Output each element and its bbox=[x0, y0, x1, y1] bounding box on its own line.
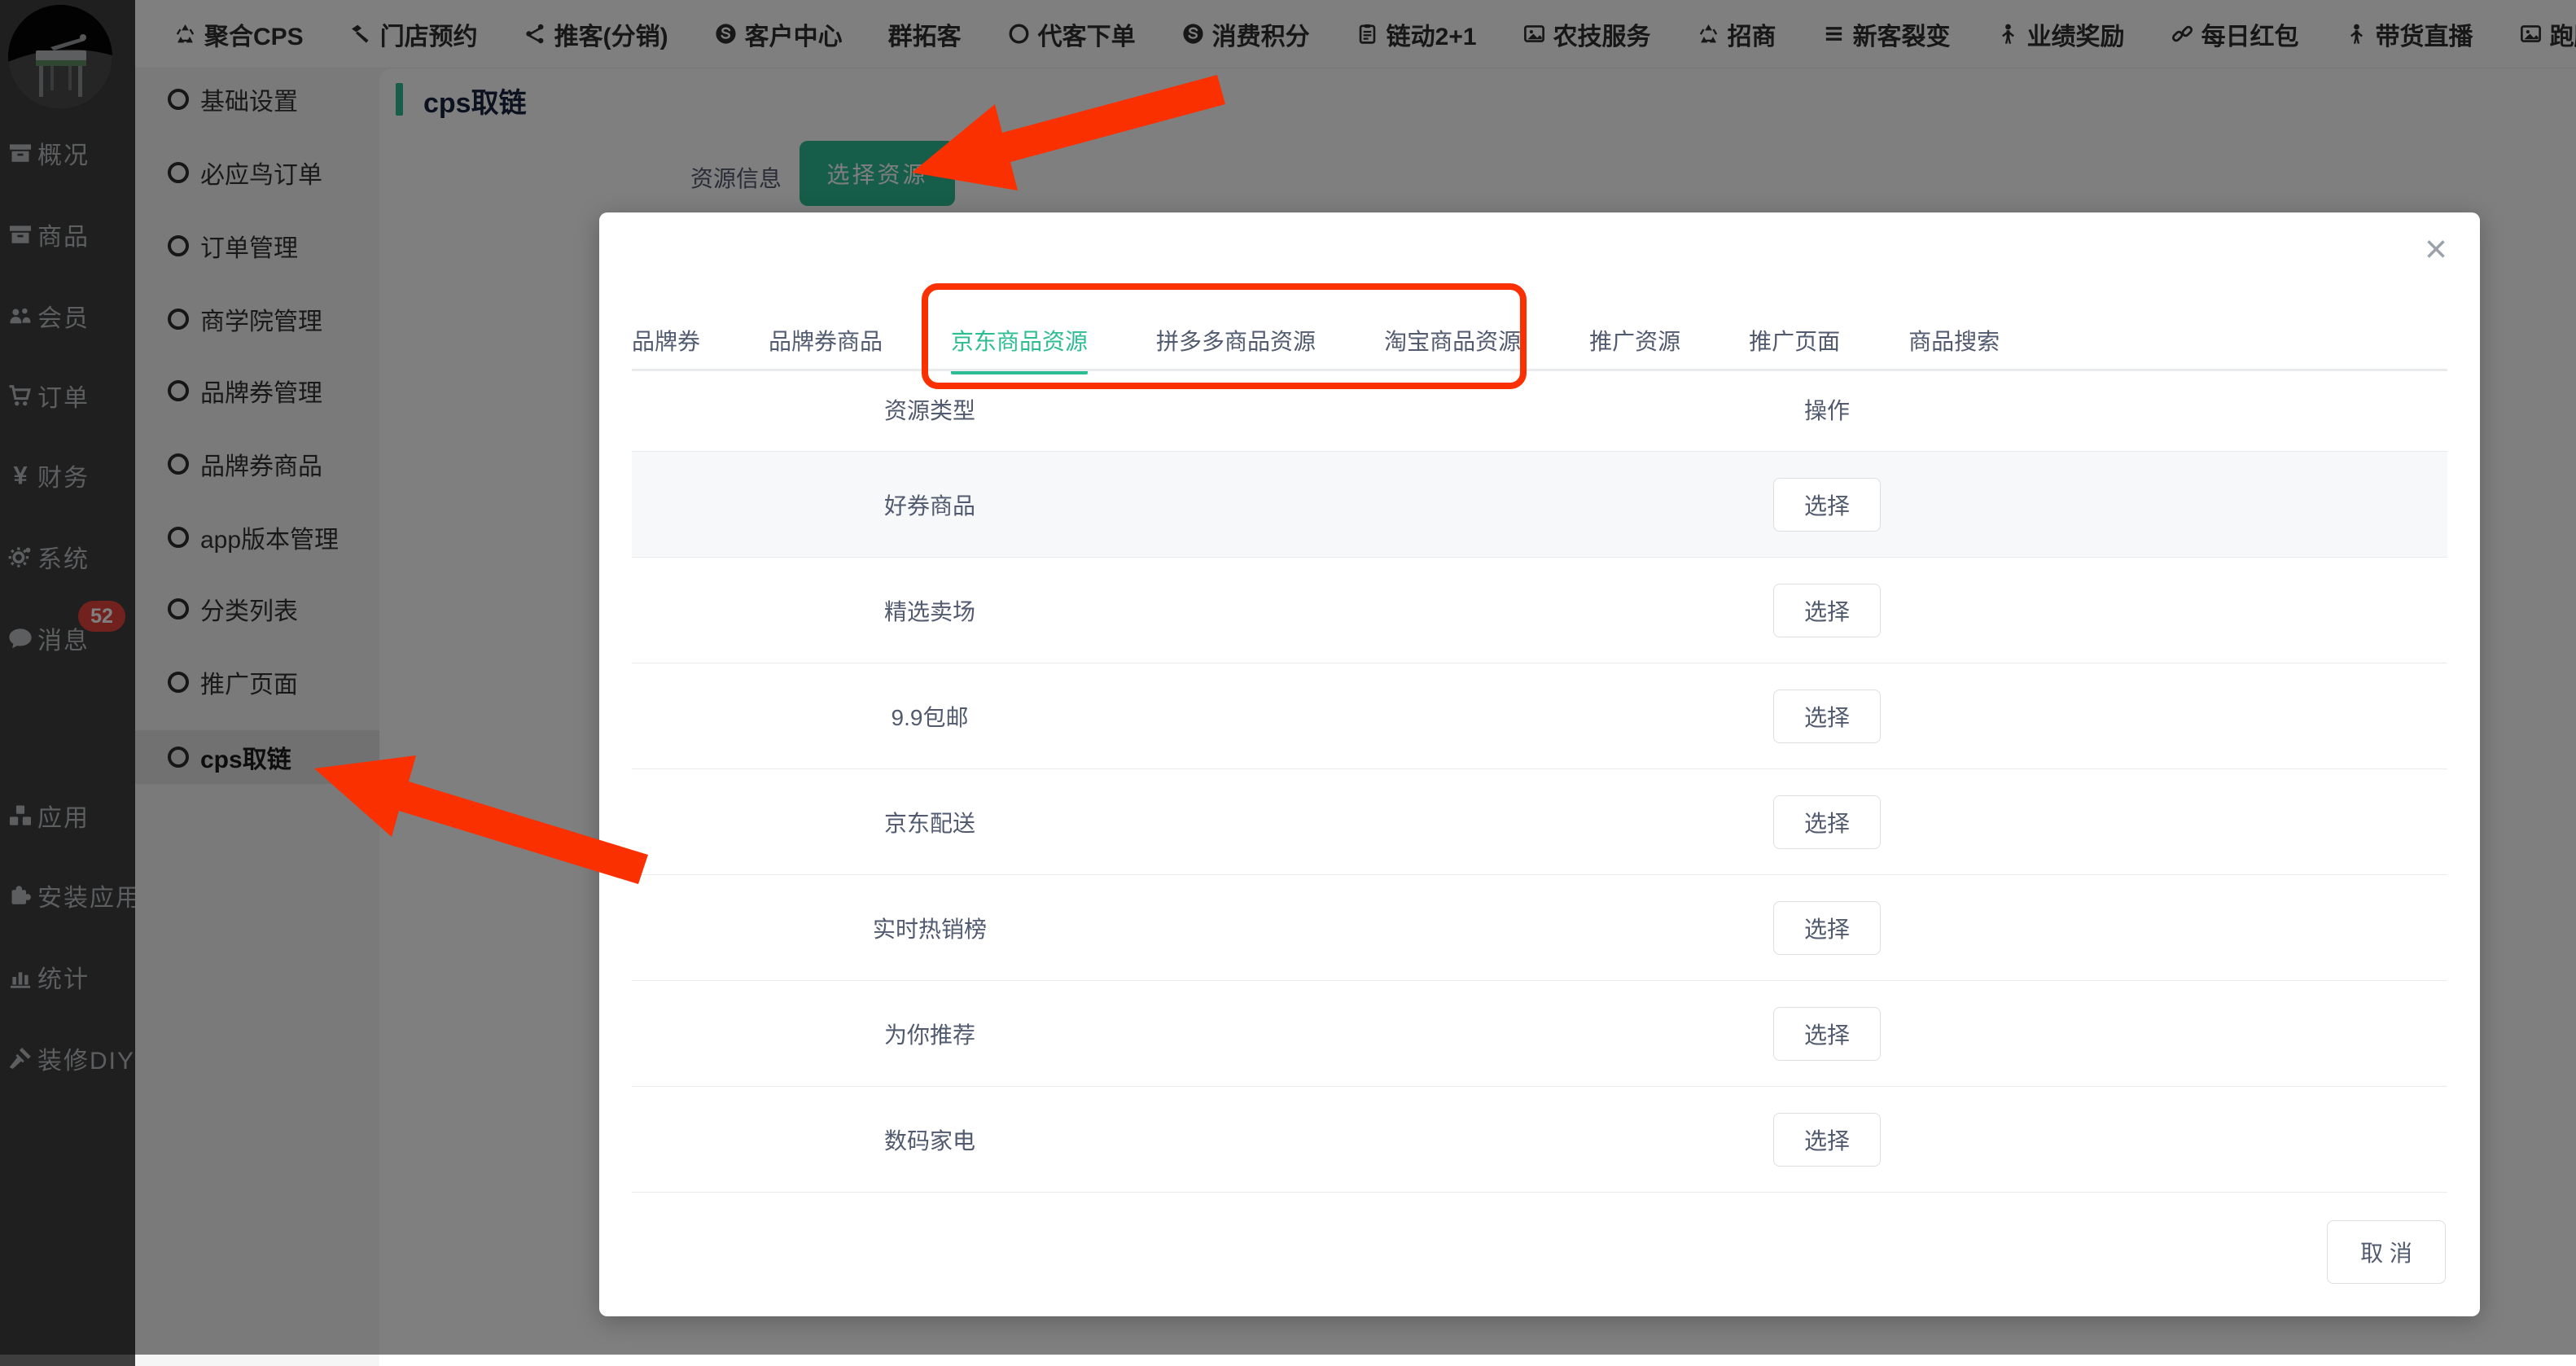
table-row: 好券商品 选择 bbox=[632, 451, 2447, 558]
select-button[interactable]: 选择 bbox=[1773, 477, 1881, 532]
cancel-button[interactable]: 取 消 bbox=[2327, 1220, 2446, 1284]
resource-type-cell: 实时热销榜 bbox=[872, 916, 988, 942]
table-row: 实时热销榜 选择 bbox=[632, 875, 2447, 981]
resource-table: 好券商品 选择 精选卖场 选择 9.9包邮 选择 京东配送 选择 实时热销榜 选… bbox=[632, 451, 2447, 1193]
column-header-action: 操作 bbox=[1803, 398, 1851, 423]
resource-type-cell: 京东配送 bbox=[883, 810, 976, 836]
resource-tabs: 品牌券 品牌券商品 京东商品资源 拼多多商品资源 淘宝商品资源 推广资源 推广页面 商品搜索 bbox=[632, 328, 2000, 374]
select-button[interactable]: 选择 bbox=[1773, 689, 1881, 743]
tab-5[interactable]: 淘宝商品资源 bbox=[1384, 328, 1521, 356]
tab-8[interactable]: 商品搜索 bbox=[1908, 328, 2000, 356]
tab-6[interactable]: 推广资源 bbox=[1589, 328, 1680, 356]
select-button[interactable]: 选择 bbox=[1773, 1112, 1881, 1167]
resource-type-cell: 为你推荐 bbox=[883, 1022, 976, 1048]
app-window: 概况 商品 会员 订单 财务 系统 消息 应用 安装应用 统计 装修DIY 52… bbox=[0, 0, 2576, 1366]
tabs-divider bbox=[632, 369, 2447, 371]
resource-type-cell: 9.9包邮 bbox=[891, 704, 969, 730]
resource-type-cell: 精选卖场 bbox=[883, 598, 976, 624]
select-button[interactable]: 选择 bbox=[1773, 795, 1881, 849]
resource-picker-modal: × 品牌券 品牌券商品 京东商品资源 拼多多商品资源 淘宝商品资源 推广资源 推广页面 商品搜… bbox=[599, 212, 2480, 1316]
table-row: 京东配送 选择 bbox=[632, 769, 2447, 875]
table-row: 精选卖场 选择 bbox=[632, 558, 2447, 663]
close-icon[interactable]: × bbox=[2425, 230, 2447, 269]
select-button[interactable]: 选择 bbox=[1773, 900, 1881, 955]
table-row: 9.9包邮 选择 bbox=[632, 663, 2447, 769]
column-header-resource-type: 资源类型 bbox=[883, 398, 976, 423]
tab-3[interactable]: 京东商品资源 bbox=[951, 328, 1089, 374]
select-button[interactable]: 选择 bbox=[1773, 1006, 1881, 1061]
tab-7[interactable]: 推广页面 bbox=[1749, 328, 1840, 356]
table-row: 数码家电 选择 bbox=[632, 1087, 2447, 1193]
tab-2[interactable]: 品牌券商品 bbox=[769, 328, 883, 356]
tab-1[interactable]: 品牌券 bbox=[632, 328, 700, 356]
table-header: 资源类型 操作 bbox=[632, 393, 2447, 423]
table-row: 为你推荐 选择 bbox=[632, 981, 2447, 1087]
tab-4[interactable]: 拼多多商品资源 bbox=[1156, 328, 1316, 356]
resource-type-cell: 好券商品 bbox=[883, 493, 976, 519]
resource-type-cell: 数码家电 bbox=[883, 1127, 976, 1154]
select-button[interactable]: 选择 bbox=[1773, 583, 1881, 637]
